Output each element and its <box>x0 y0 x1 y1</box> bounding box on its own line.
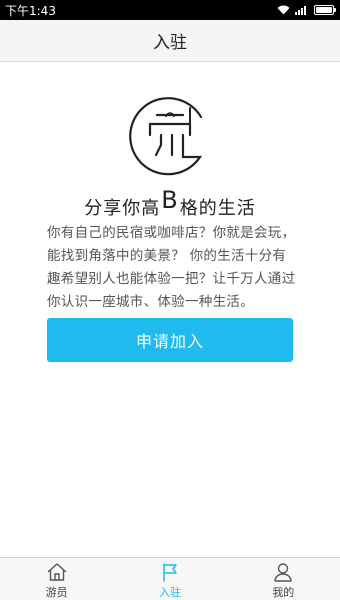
status-icons <box>277 0 336 20</box>
headline-big-letter: B <box>161 186 179 214</box>
signal-icon <box>295 6 306 15</box>
headline-prefix: 分享你高 <box>84 198 161 219</box>
status-time: 下午1:43 <box>5 3 56 18</box>
page-header: 入驻 <box>0 20 340 62</box>
home-icon <box>47 563 67 581</box>
apply-button[interactable]: 申请加入 <box>47 318 293 362</box>
battery-icon <box>314 5 336 15</box>
tab-join[interactable]: 入驻 <box>113 558 226 600</box>
wifi-icon <box>277 5 290 15</box>
headline: 分享你高B格的生活 <box>0 186 340 219</box>
flag-icon <box>163 563 177 582</box>
tab-visitor[interactable]: 游员 <box>0 558 113 600</box>
user-icon <box>274 563 293 582</box>
page-title: 入驻 <box>153 33 187 53</box>
tab-profile[interactable]: 我的 <box>227 558 340 600</box>
status-bar: 下午1:43 <box>0 0 340 20</box>
tab-bar: 游员 入驻 我的 <box>0 557 340 600</box>
tab-label: 我的 <box>272 586 295 599</box>
intro-text: 你有自己的民宿或咖啡店？你就是会玩，能找到角落中的美景？ 你的生活十分有趣希望别… <box>47 225 296 310</box>
brand-logo <box>129 97 203 176</box>
headline-suffix: 格的生活 <box>179 198 256 219</box>
tab-label: 游员 <box>45 586 68 599</box>
tab-label: 入驻 <box>158 586 181 599</box>
